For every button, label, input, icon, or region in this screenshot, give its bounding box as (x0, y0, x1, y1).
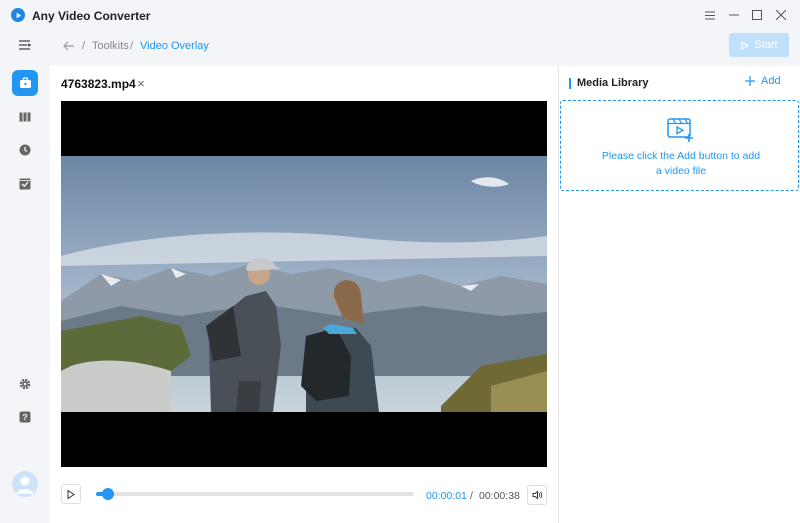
app-logo-icon (11, 8, 25, 22)
media-drop-zone[interactable]: Please click the Add button to add a vid… (560, 100, 799, 191)
video-frame (61, 156, 547, 412)
tasks-icon[interactable] (12, 171, 38, 197)
section-marker (569, 78, 571, 89)
menu-icon[interactable] (701, 6, 719, 24)
start-button-label: Start (754, 39, 778, 51)
file-name: 4763823.mp4 (61, 77, 136, 91)
play-button[interactable] (61, 484, 81, 504)
library-icon[interactable] (12, 104, 38, 130)
video-preview[interactable] (61, 101, 547, 467)
app-title: Any Video Converter (32, 9, 151, 23)
close-file-icon[interactable]: × (135, 76, 147, 91)
volume-icon (532, 490, 542, 500)
collapse-menu-icon[interactable] (12, 32, 38, 58)
breadcrumb-current: Video Overlay (140, 40, 209, 52)
breadcrumb-separator: / (130, 40, 134, 52)
media-library-title: Media Library (577, 77, 649, 89)
volume-button[interactable] (527, 485, 547, 505)
total-time: 00:00:38 (479, 490, 520, 502)
close-icon[interactable] (772, 6, 790, 24)
play-icon (67, 489, 75, 499)
maximize-icon[interactable] (748, 6, 766, 24)
start-button[interactable]: Start (729, 33, 789, 57)
start-icon (741, 40, 750, 50)
add-media-button[interactable]: Add (745, 75, 781, 87)
breadcrumb-separator: / (82, 40, 86, 52)
svg-text:?: ? (22, 412, 27, 422)
back-arrow-icon[interactable] (61, 38, 77, 54)
time-separator: / (470, 490, 473, 502)
help-icon[interactable]: ? (12, 404, 38, 430)
sidebar: ? (0, 30, 50, 523)
add-video-icon (667, 118, 693, 142)
add-label: Add (761, 75, 781, 87)
title-bar: Any Video Converter (0, 0, 800, 30)
panel-divider (558, 66, 559, 523)
current-time: 00:00:01 (426, 490, 467, 502)
drop-zone-hint-line1: Please click the Add button to add (601, 150, 761, 162)
avatar[interactable] (12, 471, 38, 497)
drop-zone-hint: Please click the Add button to add a vid… (586, 149, 776, 179)
drop-zone-hint-line2: a video file (655, 165, 707, 177)
seek-bar[interactable] (96, 488, 414, 500)
settings-icon[interactable] (12, 371, 38, 397)
plus-icon (745, 76, 755, 86)
minimize-icon[interactable] (725, 6, 743, 24)
breadcrumb-toolkits[interactable]: Toolkits (92, 40, 129, 52)
toolbox-icon[interactable] (12, 70, 38, 96)
history-icon[interactable] (12, 137, 38, 163)
